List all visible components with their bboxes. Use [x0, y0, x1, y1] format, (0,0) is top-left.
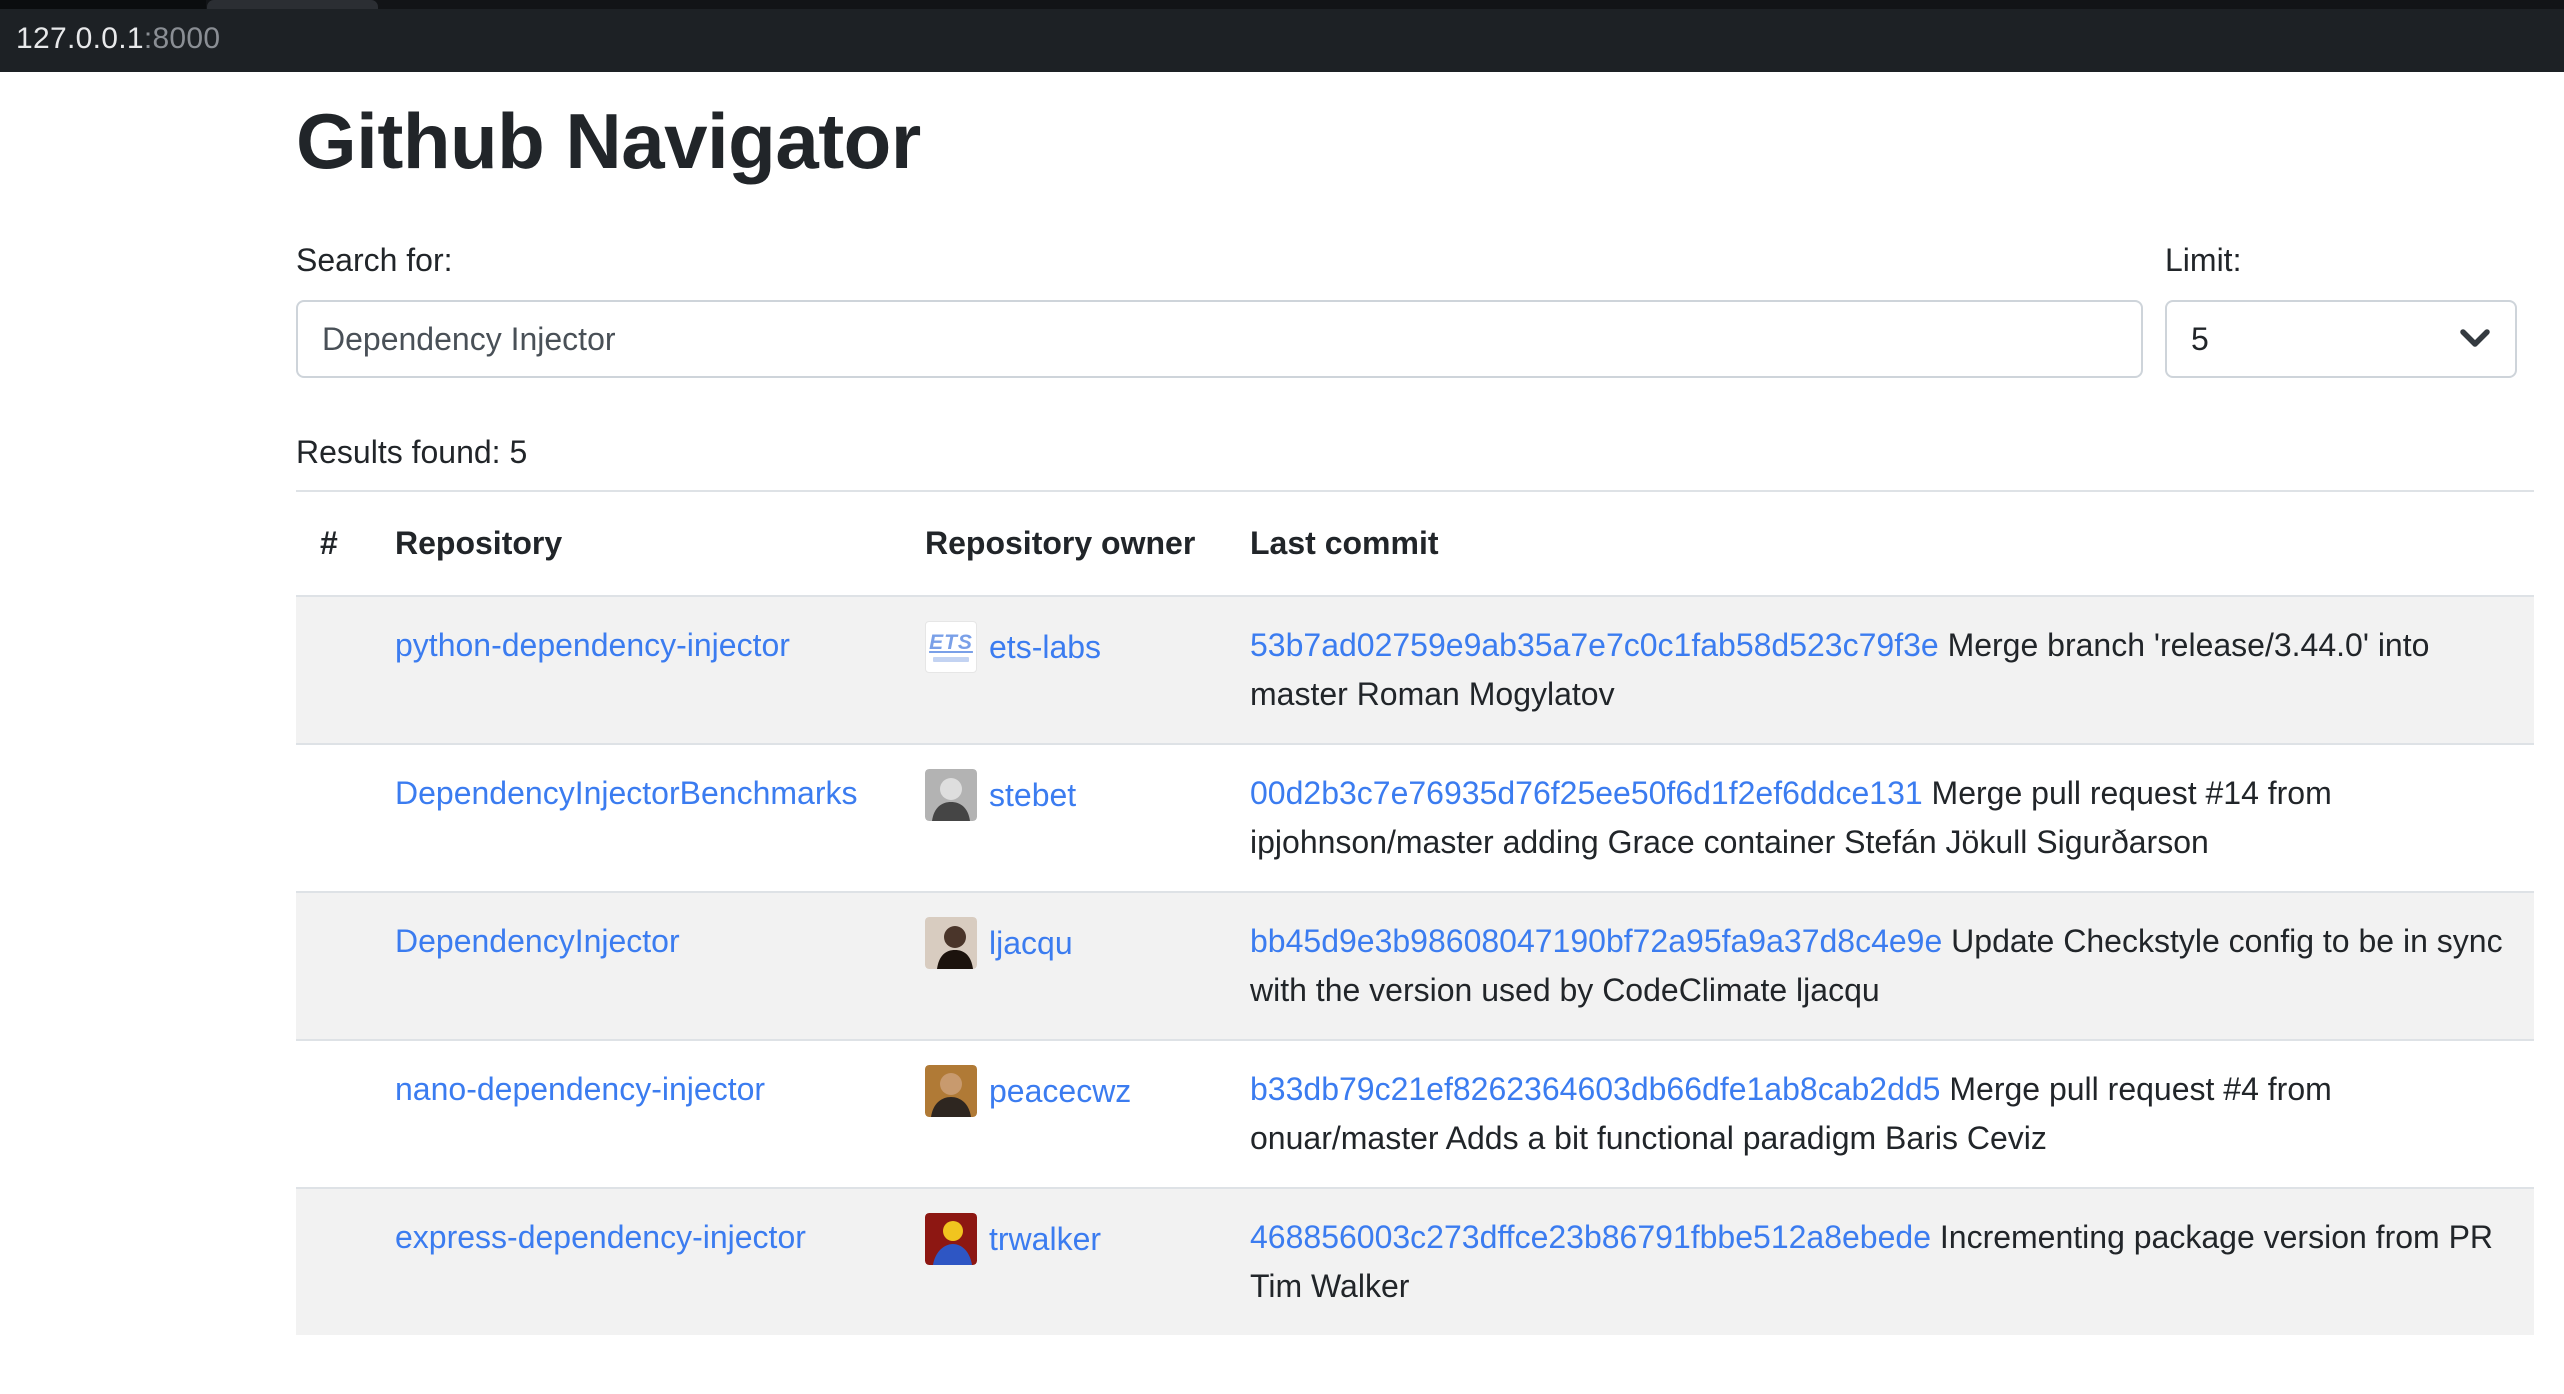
repo-link[interactable]: express-dependency-injector	[395, 1219, 806, 1255]
commit-hash-link[interactable]: 468856003c273dffce23b86791fbbe512a8ebede	[1250, 1219, 1931, 1255]
column-header-repository: Repository	[371, 491, 901, 596]
column-header-owner: Repository owner	[901, 491, 1226, 596]
url-host: 127.0.0.1	[16, 22, 144, 55]
search-label: Search for:	[296, 236, 2143, 284]
browser-top-strip	[0, 0, 2564, 9]
table-row: DependencyInjector ljacqu bb45d9e3b98608…	[296, 892, 2534, 1040]
browser-top-strip-dark	[0, 0, 206, 9]
repo-link[interactable]: DependencyInjector	[395, 923, 680, 959]
results-summary: Results found: 5	[296, 428, 2534, 476]
search-field-group: Search for:	[296, 236, 2143, 378]
page-title: Github Navigator	[296, 94, 2534, 188]
search-input[interactable]	[296, 300, 2143, 378]
owner-avatar	[925, 769, 977, 821]
browser-address-bar[interactable]: 127.0.0.1:8000	[0, 0, 2564, 72]
browser-tab[interactable]	[207, 0, 378, 9]
owner-link[interactable]: trwalker	[989, 1215, 1101, 1264]
column-header-last-commit: Last commit	[1226, 491, 2534, 596]
limit-label: Limit:	[2165, 236, 2517, 284]
index-cell	[296, 892, 371, 1040]
commit-hash-link[interactable]: bb45d9e3b98608047190bf72a95fa9a37d8c4e9e	[1250, 923, 1942, 959]
index-cell	[296, 744, 371, 892]
owner-link[interactable]: stebet	[989, 771, 1076, 820]
table-row: nano-dependency-injector peacecwz b33db7…	[296, 1040, 2534, 1188]
main-content: Github Navigator Search for: Limit: 5 Re…	[296, 94, 2534, 1335]
commit-hash-link[interactable]: 00d2b3c7e76935d76f25ee50f6d1f2ef6ddce131	[1250, 775, 1923, 811]
owner-avatar	[925, 1065, 977, 1117]
url-text: 127.0.0.1:8000	[16, 9, 220, 72]
limit-field-group: Limit: 5	[2165, 236, 2517, 378]
owner-link[interactable]: peacecwz	[989, 1067, 1131, 1116]
owner-avatar	[925, 917, 977, 969]
repo-link[interactable]: DependencyInjectorBenchmarks	[395, 775, 857, 811]
table-row: express-dependency-injector trwalker 468…	[296, 1188, 2534, 1335]
repo-link[interactable]: python-dependency-injector	[395, 627, 790, 663]
index-cell	[296, 596, 371, 744]
owner-avatar-ets-logo: ETS	[925, 621, 977, 673]
url-port: :8000	[144, 22, 221, 55]
commit-hash-link[interactable]: b33db79c21ef8262364603db66dfe1ab8cab2dd5	[1250, 1071, 1940, 1107]
index-cell	[296, 1188, 371, 1335]
table-row: DependencyInjectorBenchmarks stebet 00d2…	[296, 744, 2534, 892]
limit-select[interactable]: 5	[2165, 300, 2517, 378]
owner-link[interactable]: ets-labs	[989, 623, 1101, 672]
table-header-row: # Repository Repository owner Last commi…	[296, 491, 2534, 596]
owner-avatar	[925, 1213, 977, 1265]
commit-hash-link[interactable]: 53b7ad02759e9ab35a7e7c0c1fab58d523c79f3e	[1250, 627, 1939, 663]
table-row: python-dependency-injector ETS ets-labs …	[296, 596, 2534, 744]
search-controls: Search for: Limit: 5	[296, 236, 2534, 378]
owner-link[interactable]: ljacqu	[989, 919, 1073, 968]
results-table: # Repository Repository owner Last commi…	[296, 490, 2534, 1335]
index-cell	[296, 1040, 371, 1188]
column-header-index: #	[296, 491, 371, 596]
repo-link[interactable]: nano-dependency-injector	[395, 1071, 765, 1107]
